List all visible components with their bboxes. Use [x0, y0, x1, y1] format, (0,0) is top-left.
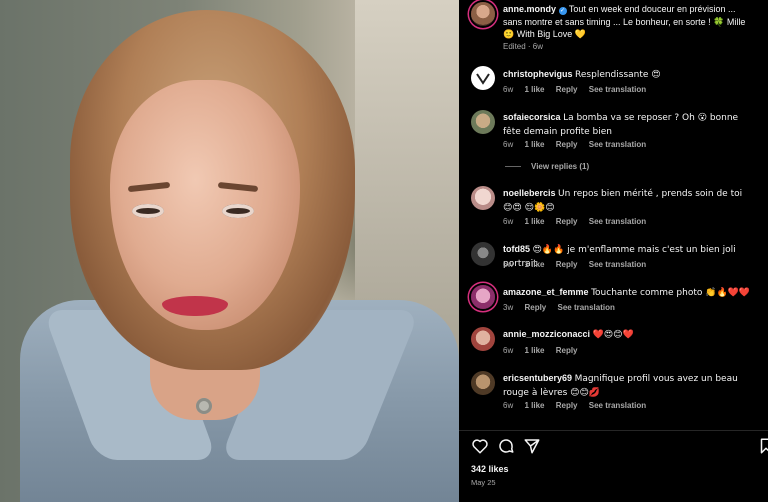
reply-button[interactable]: Reply: [524, 303, 546, 312]
see-translation-button[interactable]: See translation: [589, 140, 646, 149]
replies-divider: [505, 166, 521, 168]
comment-item: amazone_et_femme Touchante comme photo 👏…: [503, 286, 753, 300]
commenter-avatar[interactable]: [471, 371, 495, 395]
view-replies-label: View replies (1): [531, 162, 590, 171]
commenter-avatar[interactable]: [471, 242, 495, 266]
comment-username[interactable]: sofaiecorsica: [503, 112, 561, 122]
post-photo: [0, 0, 459, 502]
author-avatar[interactable]: [471, 2, 495, 26]
view-replies-button[interactable]: View replies (1): [505, 162, 589, 171]
comment-meta: 6w 1 like Reply See translation: [503, 85, 655, 94]
comment-username[interactable]: noellebercis: [503, 188, 556, 198]
see-translation-button[interactable]: See translation: [589, 401, 646, 410]
comment-time: 6w: [503, 401, 514, 410]
commenter-avatar[interactable]: [471, 110, 495, 134]
comment-meta: 6w 1 like Reply: [503, 346, 587, 355]
heart-icon[interactable]: [471, 437, 489, 455]
comment-username[interactable]: annie_mozziconacci: [503, 329, 590, 339]
comment-item: christophevigus Resplendissante 😍: [503, 68, 753, 82]
post-caption: anne.mondy ✓ Tout en week end douceur en…: [503, 3, 753, 41]
comment-likes[interactable]: 1 like: [524, 401, 544, 410]
comment-username[interactable]: christophevigus: [503, 69, 573, 79]
see-translation-button[interactable]: See translation: [589, 85, 646, 94]
comments-panel: anne.mondy ✓ Tout en week end douceur en…: [459, 0, 768, 502]
post-actions-bar: 342 likes May 25: [459, 430, 768, 502]
comment-meta: 6w 1 like Reply See translation: [503, 260, 655, 269]
share-icon[interactable]: [523, 437, 541, 455]
commenter-avatar[interactable]: [471, 285, 495, 309]
comment-item: annie_mozziconacci ❤️😍😊❤️: [503, 328, 753, 342]
comment-username[interactable]: amazone_et_femme: [503, 287, 589, 297]
comment-likes[interactable]: 1 like: [524, 140, 544, 149]
comment-text: ❤️😍😊❤️: [592, 330, 634, 340]
caption-edited: Edited · 6w: [503, 42, 544, 51]
comment-time: 6w: [503, 260, 514, 269]
comment-time: 6w: [503, 85, 514, 94]
see-translation-button[interactable]: See translation: [589, 260, 646, 269]
commenter-avatar[interactable]: [471, 186, 495, 210]
comment-time: 6w: [503, 217, 514, 226]
comment-likes[interactable]: 1 like: [524, 217, 544, 226]
reply-button[interactable]: Reply: [556, 217, 578, 226]
comment-likes[interactable]: 1 like: [524, 346, 544, 355]
reply-button[interactable]: Reply: [556, 140, 578, 149]
right-eye: [222, 204, 254, 218]
verified-icon: ✓: [558, 7, 567, 15]
see-translation-button[interactable]: See translation: [558, 303, 615, 312]
comment-time: 3w: [503, 303, 514, 312]
comment-item: sofaiecorsica La bomba va se reposer ? O…: [503, 111, 753, 138]
comment-item: ericsentubery69 Magnifique profil vous a…: [503, 372, 753, 399]
comment-meta: 6w 1 like Reply See translation: [503, 401, 655, 410]
reply-button[interactable]: Reply: [556, 401, 578, 410]
bookmark-icon[interactable]: [757, 437, 768, 455]
reply-button[interactable]: Reply: [556, 346, 578, 355]
caption-username[interactable]: anne.mondy: [503, 4, 556, 14]
comment-meta: 3w Reply See translation: [503, 303, 624, 312]
post-date: May 25: [471, 478, 496, 487]
comment-likes[interactable]: 1 like: [524, 260, 544, 269]
comment-icon[interactable]: [497, 437, 515, 455]
comment-text: Resplendissante 😍: [575, 70, 661, 80]
comment-username[interactable]: ericsentubery69: [503, 373, 572, 383]
likes-count[interactable]: 342 likes: [471, 464, 509, 474]
comment-meta: 6w 1 like Reply See translation: [503, 140, 655, 149]
see-translation-button[interactable]: See translation: [589, 217, 646, 226]
commenter-avatar[interactable]: [471, 327, 495, 351]
reply-button[interactable]: Reply: [556, 85, 578, 94]
comment-likes[interactable]: 1 like: [524, 85, 544, 94]
comment-item: noellebercis Un repos bien mérité , pren…: [503, 187, 753, 214]
comment-meta: 6w 1 like Reply See translation: [503, 217, 655, 226]
reply-button[interactable]: Reply: [556, 260, 578, 269]
comment-time: 6w: [503, 346, 514, 355]
comment-time: 6w: [503, 140, 514, 149]
comment-username[interactable]: tofd85: [503, 244, 530, 254]
jacket-button: [196, 398, 212, 414]
left-eye: [132, 204, 164, 218]
caption-meta: Edited · 6w: [503, 42, 552, 51]
commenter-avatar[interactable]: [471, 66, 495, 90]
comment-text: Touchante comme photo 👏🔥❤️❤️: [591, 288, 751, 298]
